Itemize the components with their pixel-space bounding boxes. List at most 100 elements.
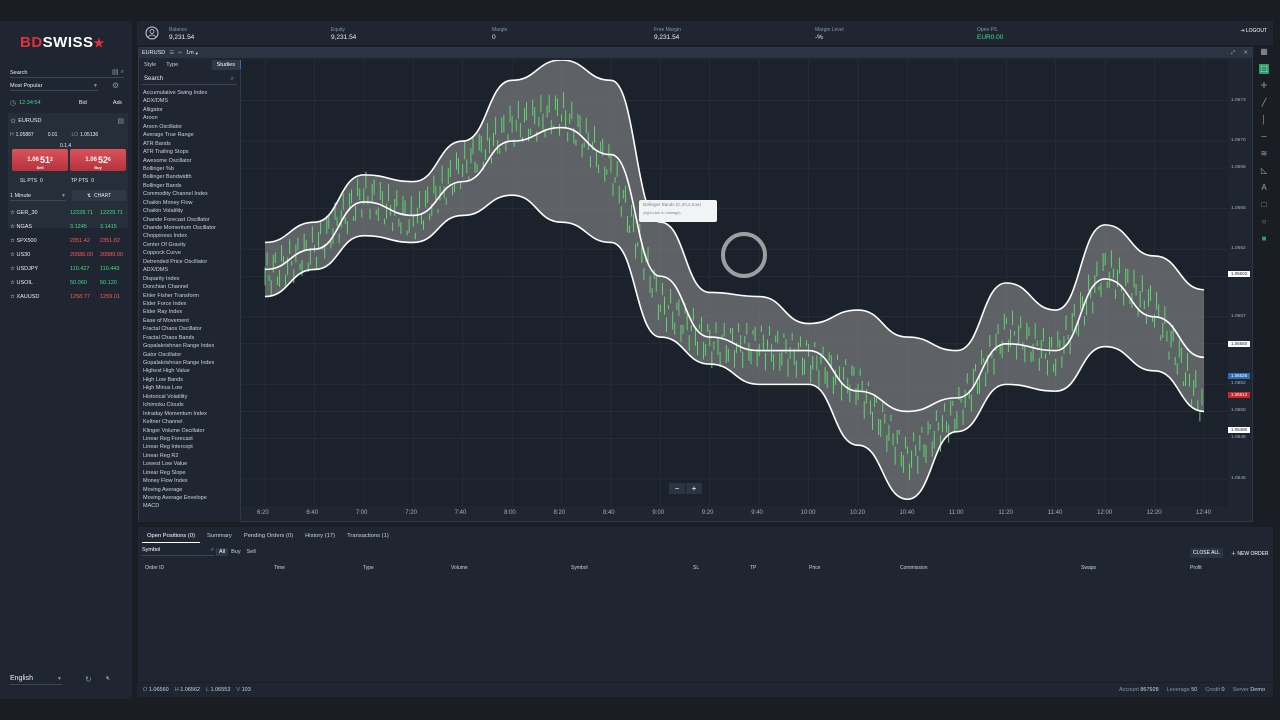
study-item[interactable]: Linear Reg Slope <box>143 469 240 477</box>
study-item[interactable]: Accumulative Swing Index <box>143 89 240 97</box>
document-icon[interactable]: ▤ <box>112 68 119 76</box>
circle-icon[interactable]: ○ <box>1259 217 1269 227</box>
timeframe-select[interactable]: 1 Minute ▼ <box>10 191 66 201</box>
study-item[interactable]: Fractal Chaos Bands <box>143 334 240 342</box>
zoom-in-button[interactable]: + <box>686 483 702 494</box>
study-item[interactable]: Donchian Channel <box>143 283 240 291</box>
text-icon[interactable]: A <box>1259 183 1269 193</box>
study-item[interactable]: MACD <box>143 502 240 510</box>
column-header[interactable]: Price <box>809 565 820 571</box>
search-field[interactable]: Search ⌕ <box>10 68 124 78</box>
tab-style[interactable]: Style <box>139 60 161 70</box>
zoom-out-button[interactable]: − <box>669 483 685 494</box>
watchlist-row[interactable]: ☆ XAUUSD 1258.77 1259.01 <box>10 291 128 302</box>
study-item[interactable]: Bollinger %b <box>143 165 240 173</box>
study-item[interactable]: Highest High Value <box>143 367 240 375</box>
study-item[interactable]: Bollinger Bandwidth <box>143 173 240 181</box>
tp-input[interactable]: 0 <box>91 178 94 184</box>
filter-sell[interactable]: Sell <box>244 548 259 556</box>
studies-search-input[interactable]: Search ⌕ <box>142 76 237 85</box>
ask-column-label[interactable]: Ask <box>113 100 122 106</box>
study-item[interactable]: Choppiness Index <box>143 232 240 240</box>
study-item[interactable]: Chande Momentum Oscillator <box>143 224 240 232</box>
study-item[interactable]: Ease of Movement <box>143 317 240 325</box>
study-item[interactable]: Aroon <box>143 114 240 122</box>
study-item[interactable]: Center Of Gravity <box>143 241 240 249</box>
tab-type[interactable]: Type <box>161 60 183 70</box>
refresh-icon[interactable]: ↻ <box>85 675 92 684</box>
channel-icon[interactable]: ≋ <box>1259 149 1269 159</box>
study-item[interactable]: Historical Volatility <box>143 393 240 401</box>
column-header[interactable]: TP <box>750 565 756 571</box>
study-item[interactable]: Disparity Index <box>143 275 240 283</box>
new-order-button[interactable]: ＋ NEW ORDER <box>1228 548 1272 559</box>
expand-icon[interactable]: ⤢ <box>1231 50 1235 57</box>
mute-icon[interactable]: 🔇︎ <box>106 675 110 683</box>
study-item[interactable]: Intraday Momentum Index <box>143 410 240 418</box>
study-item[interactable]: Commodity Channel Index <box>143 190 240 198</box>
column-header[interactable]: SL <box>693 565 699 571</box>
chart-button[interactable]: ⇅ CHART <box>72 190 126 201</box>
column-header[interactable]: Type <box>363 565 374 571</box>
column-header[interactable]: Order ID <box>145 565 164 571</box>
watchlist-row[interactable]: ☆ USDJPY 110.427 110.443 <box>10 263 128 274</box>
column-header[interactable]: Time <box>274 565 285 571</box>
trendline-icon[interactable]: ╱ <box>1259 98 1269 108</box>
study-item[interactable]: Chande Forecast Oscillator <box>143 216 240 224</box>
study-item[interactable]: Elder Force Index <box>143 300 240 308</box>
study-item[interactable]: ADX/DMS <box>143 97 240 105</box>
study-item[interactable]: Keltner Channel <box>143 418 240 426</box>
tab-orders[interactable]: Open Positions (0) <box>142 530 201 543</box>
study-item[interactable]: Ichimoku Clouds <box>143 401 240 409</box>
tab-orders[interactable]: History (17) <box>300 530 340 543</box>
layout-icon[interactable]: ▦ <box>1259 47 1269 57</box>
study-item[interactable]: Average True Range <box>143 131 240 139</box>
sell-button[interactable]: 1.06 51 2 Sell <box>12 149 68 171</box>
column-header[interactable]: Volume <box>451 565 468 571</box>
study-item[interactable]: ADX/DMS <box>143 266 240 274</box>
chart-plot-area[interactable]: Bollinger Bands (C,20,2,true) (right-cli… <box>241 60 1228 506</box>
menu-icon[interactable]: ☰ <box>169 50 174 56</box>
watchlist-row[interactable]: ☆ GER_30 12228.71 12229.71 <box>10 207 128 218</box>
tab-orders[interactable]: Pending Orders (0) <box>239 530 298 543</box>
study-item[interactable]: Klinger Volume Oscillator <box>143 427 240 435</box>
price-axis[interactable]: 1.06731.06701.06681.06651.06621.06601.06… <box>1228 60 1253 506</box>
star-icon[interactable]: ☆ <box>10 117 16 125</box>
filter-buy[interactable]: Buy <box>228 548 243 556</box>
study-item[interactable]: Moving Average Envelope <box>143 494 240 502</box>
study-item[interactable]: ATR Trailing Stops <box>143 148 240 156</box>
study-tooltip[interactable]: Bollinger Bands (C,20,2,true) (right-cli… <box>639 200 717 222</box>
close-icon[interactable]: ✕ <box>1243 50 1248 56</box>
study-item[interactable]: Detrended Price Oscillator <box>143 258 240 266</box>
crosshair-icon[interactable]: ✛ <box>1259 81 1269 91</box>
color-icon[interactable]: ■ <box>1259 234 1269 244</box>
buy-button[interactable]: 1.06 52 6 Buy <box>70 149 126 171</box>
study-item[interactable]: Gator Oscillator <box>143 351 240 359</box>
study-item[interactable]: Chaikin Money Flow <box>143 199 240 207</box>
chart-symbol[interactable]: EURUSD <box>142 50 165 56</box>
category-select[interactable]: Most Popular ▼ <box>10 81 98 91</box>
price-chart[interactable] <box>241 60 1228 506</box>
symbol-filter-input[interactable]: Symbol ⌕ <box>142 547 214 556</box>
study-item[interactable]: Coppock Curve <box>143 249 240 257</box>
study-item[interactable]: Linear Reg Forecast <box>143 435 240 443</box>
details-icon[interactable]: ▤ <box>117 117 124 125</box>
tab-orders[interactable]: Summary <box>202 530 237 543</box>
study-item[interactable]: Lowest Low Value <box>143 460 240 468</box>
study-item[interactable]: Awesome Oscillator <box>143 157 240 165</box>
watchlist-row[interactable]: ☆ NGAS 3.1245 3.1415 <box>10 221 128 232</box>
study-item[interactable]: Moving Average <box>143 486 240 494</box>
study-item[interactable]: Gopalakrishnan Range Index <box>143 359 240 367</box>
gear-icon[interactable]: ⚙ <box>112 81 119 90</box>
interval-select[interactable]: 1m <box>186 50 194 56</box>
sl-input[interactable]: 0 <box>40 178 43 184</box>
time-axis[interactable]: 6:20 6:40 7:00 7:20 7:40 8:00 8:20 8:40 9:00 9:20… <box>241 506 1228 522</box>
language-select[interactable]: English ▼ <box>10 673 62 685</box>
column-header[interactable]: Symbol <box>571 565 588 571</box>
filter-all[interactable]: All <box>216 548 229 556</box>
ruler-icon[interactable]: ◺ <box>1259 166 1269 176</box>
study-item[interactable]: Elder Ray Index <box>143 308 240 316</box>
rectangle-icon[interactable]: □ <box>1259 200 1269 210</box>
study-item[interactable]: Ehler Fisher Transform <box>143 292 240 300</box>
study-item[interactable]: High Minus Low <box>143 384 240 392</box>
